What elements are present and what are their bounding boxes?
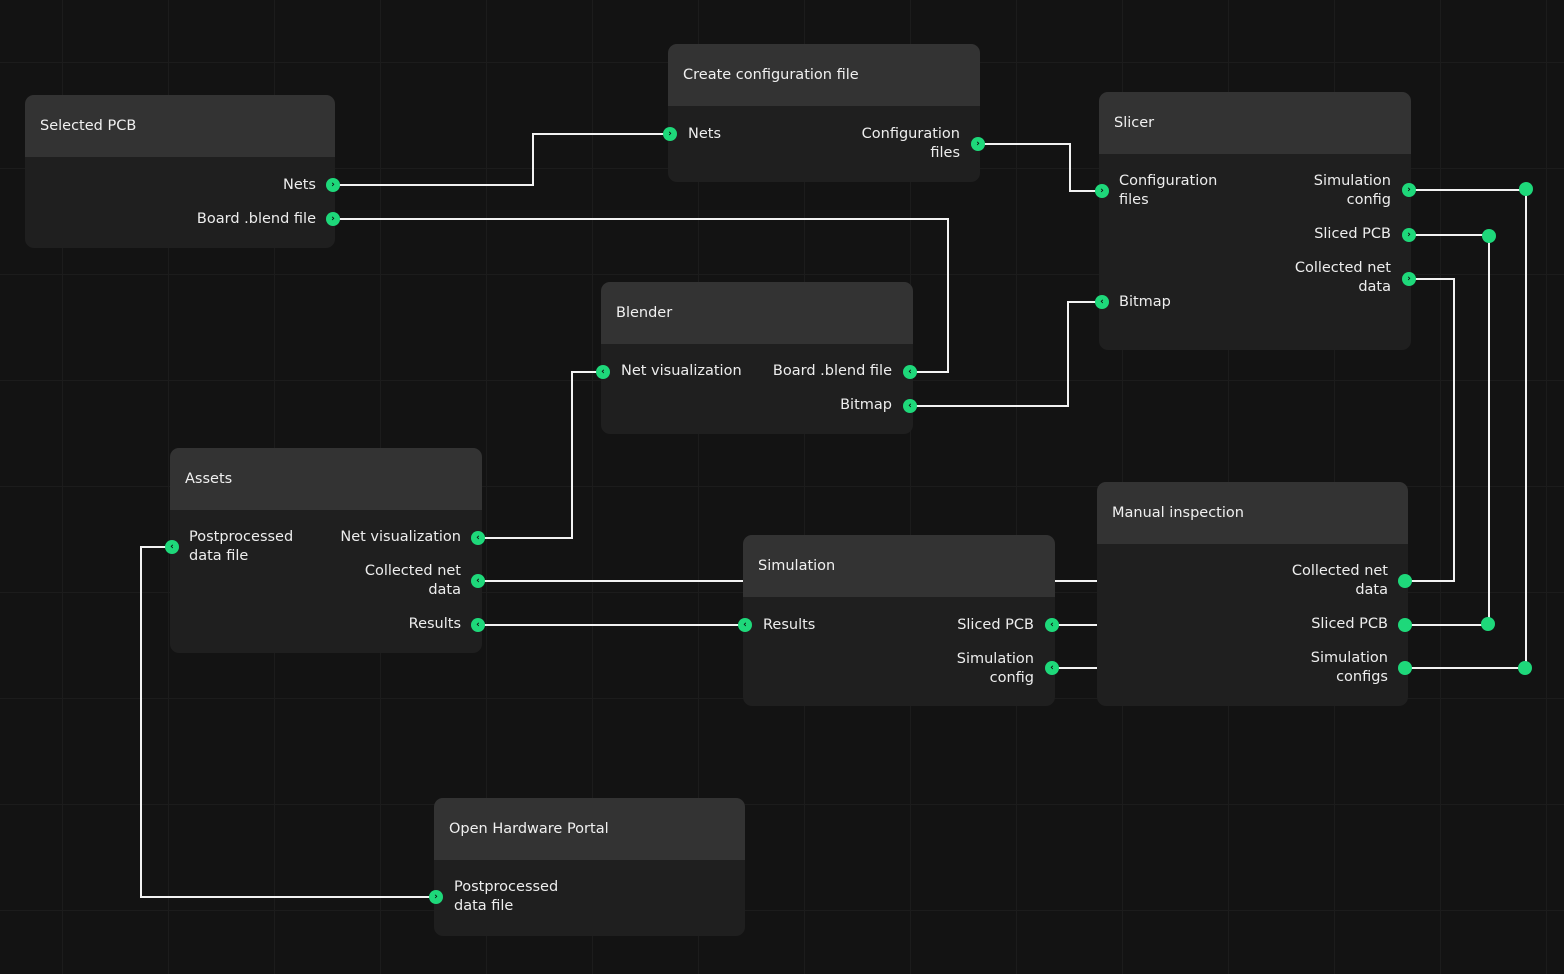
input-port-postprocessed-data-file[interactable]: › [429, 890, 443, 904]
output-label-nets: Nets [282, 177, 316, 193]
label-line: files [930, 145, 960, 161]
label-line: Collected net [1294, 260, 1391, 276]
label-line: data [1358, 279, 1391, 295]
label-line: data [1355, 582, 1388, 598]
input-port-bitmap[interactable]: ‹ [1095, 295, 1109, 309]
input-label-bitmap: Bitmap [1119, 294, 1171, 310]
input-port-net-visualization[interactable]: ‹ [596, 365, 610, 379]
node-header[interactable]: Assets [170, 448, 482, 510]
node-header[interactable]: Open Hardware Portal [434, 798, 745, 860]
label-line: Postprocessed [454, 879, 559, 895]
label-line: Configuration [1119, 173, 1218, 189]
node-title: Blender [616, 305, 673, 321]
output-label-configuration-files: Configuration files [862, 125, 960, 163]
label-line: files [1119, 192, 1149, 208]
output-port-collected-net-data[interactable]: › [1402, 272, 1416, 286]
node-title: Selected PCB [40, 118, 137, 134]
wire-net-visualization [478, 371, 603, 539]
input-label-net-visualization: Net visualization [621, 363, 742, 379]
output-label-board-blend-file: Board .blend file [196, 211, 316, 227]
node-title: Assets [185, 471, 233, 487]
output-port-nets[interactable]: › [326, 178, 340, 192]
node-title: Open Hardware Portal [449, 821, 609, 837]
junction-dot [1518, 661, 1532, 675]
input-port-configuration-files[interactable]: › [1095, 184, 1109, 198]
output-port-simulation-config[interactable]: ‹ [1045, 661, 1059, 675]
input-port-sliced-pcb[interactable] [1398, 618, 1412, 632]
output-port-board-blend-file[interactable]: ‹ [903, 365, 917, 379]
node-header[interactable]: Selected PCB [25, 95, 335, 157]
node-header[interactable]: Slicer [1099, 92, 1411, 154]
input-label-nets: Nets [688, 126, 722, 142]
output-label-simulation-config: Simulation config [1314, 172, 1391, 210]
output-port-sliced-pcb[interactable]: › [1402, 228, 1416, 242]
wire-slicer-collected [1405, 278, 1455, 582]
wire-bitmap [910, 301, 1102, 407]
label-line: data file [454, 898, 514, 914]
input-label-simulation-configs: Simulation configs [1311, 649, 1388, 687]
junction-dot [1482, 229, 1496, 243]
input-label-results: Results [763, 617, 816, 633]
input-port-collected-net-data[interactable] [1398, 574, 1412, 588]
output-port-board-blend-file[interactable]: › [326, 212, 340, 226]
wire-slicer-sim-config [1409, 189, 1527, 668]
label-line: config [989, 670, 1034, 686]
node-title: Slicer [1114, 115, 1155, 131]
input-label-postprocessed-data-file: Postprocessed data file [454, 878, 558, 916]
junction-dot [1481, 617, 1495, 631]
wire-slicer-sliced-pcb [1409, 234, 1490, 625]
output-label-collected-net-data: Collected net data [365, 562, 461, 600]
input-port-nets[interactable]: › [663, 127, 677, 141]
output-port-configuration-files[interactable]: › [971, 137, 985, 151]
label-line: data file [189, 548, 249, 564]
node-header[interactable]: Manual inspection [1097, 482, 1408, 544]
input-label-postprocessed-data-file: Postprocessed data file [189, 528, 293, 566]
label-line: Configuration [861, 126, 960, 142]
label-line: Collected net [1291, 563, 1388, 579]
label-line: data [428, 582, 461, 598]
wire-nets [333, 133, 670, 186]
output-port-bitmap[interactable]: ‹ [903, 399, 917, 413]
node-title: Manual inspection [1112, 505, 1244, 521]
output-label-simulation-config: Simulation config [957, 650, 1034, 688]
input-label-sliced-pcb: Sliced PCB [1311, 616, 1388, 632]
output-label-bitmap: Bitmap [840, 397, 892, 413]
label-line: config [1346, 192, 1391, 208]
output-label-board-blend-file: Board .blend file [772, 363, 892, 379]
input-port-simulation-configs[interactable] [1398, 661, 1412, 675]
label-line: Collected net [364, 563, 461, 579]
node-title: Simulation [758, 558, 836, 574]
output-port-net-visualization[interactable]: ‹ [471, 531, 485, 545]
label-line: Simulation [956, 651, 1034, 667]
wire-config-files [978, 143, 1102, 192]
output-port-simulation-config[interactable]: › [1402, 183, 1416, 197]
label-line: Simulation [1310, 650, 1388, 666]
output-label-sliced-pcb: Sliced PCB [957, 617, 1034, 633]
label-line: Simulation [1313, 173, 1391, 189]
output-port-collected-net-data[interactable]: ‹ [471, 574, 485, 588]
junction-dot [1519, 182, 1533, 196]
output-port-sliced-pcb[interactable]: ‹ [1045, 618, 1059, 632]
input-label-collected-net-data: Collected net data [1292, 562, 1388, 600]
input-port-postprocessed-data-file[interactable]: ‹ [165, 540, 179, 554]
label-line: Postprocessed [189, 529, 294, 545]
node-header[interactable]: Blender [601, 282, 913, 344]
label-line: configs [1336, 669, 1388, 685]
input-label-configuration-files: Configuration files [1119, 172, 1217, 210]
output-label-results: Results [408, 616, 461, 632]
output-label-net-visualization: Net visualization [340, 529, 461, 545]
output-label-sliced-pcb: Sliced PCB [1314, 226, 1391, 242]
node-title: Create configuration file [683, 67, 859, 83]
output-label-collected-net-data: Collected net data [1295, 259, 1391, 297]
input-port-results[interactable]: ‹ [738, 618, 752, 632]
node-header[interactable]: Simulation [743, 535, 1055, 597]
node-header[interactable]: Create configuration file [668, 44, 980, 106]
output-port-results[interactable]: ‹ [471, 618, 485, 632]
